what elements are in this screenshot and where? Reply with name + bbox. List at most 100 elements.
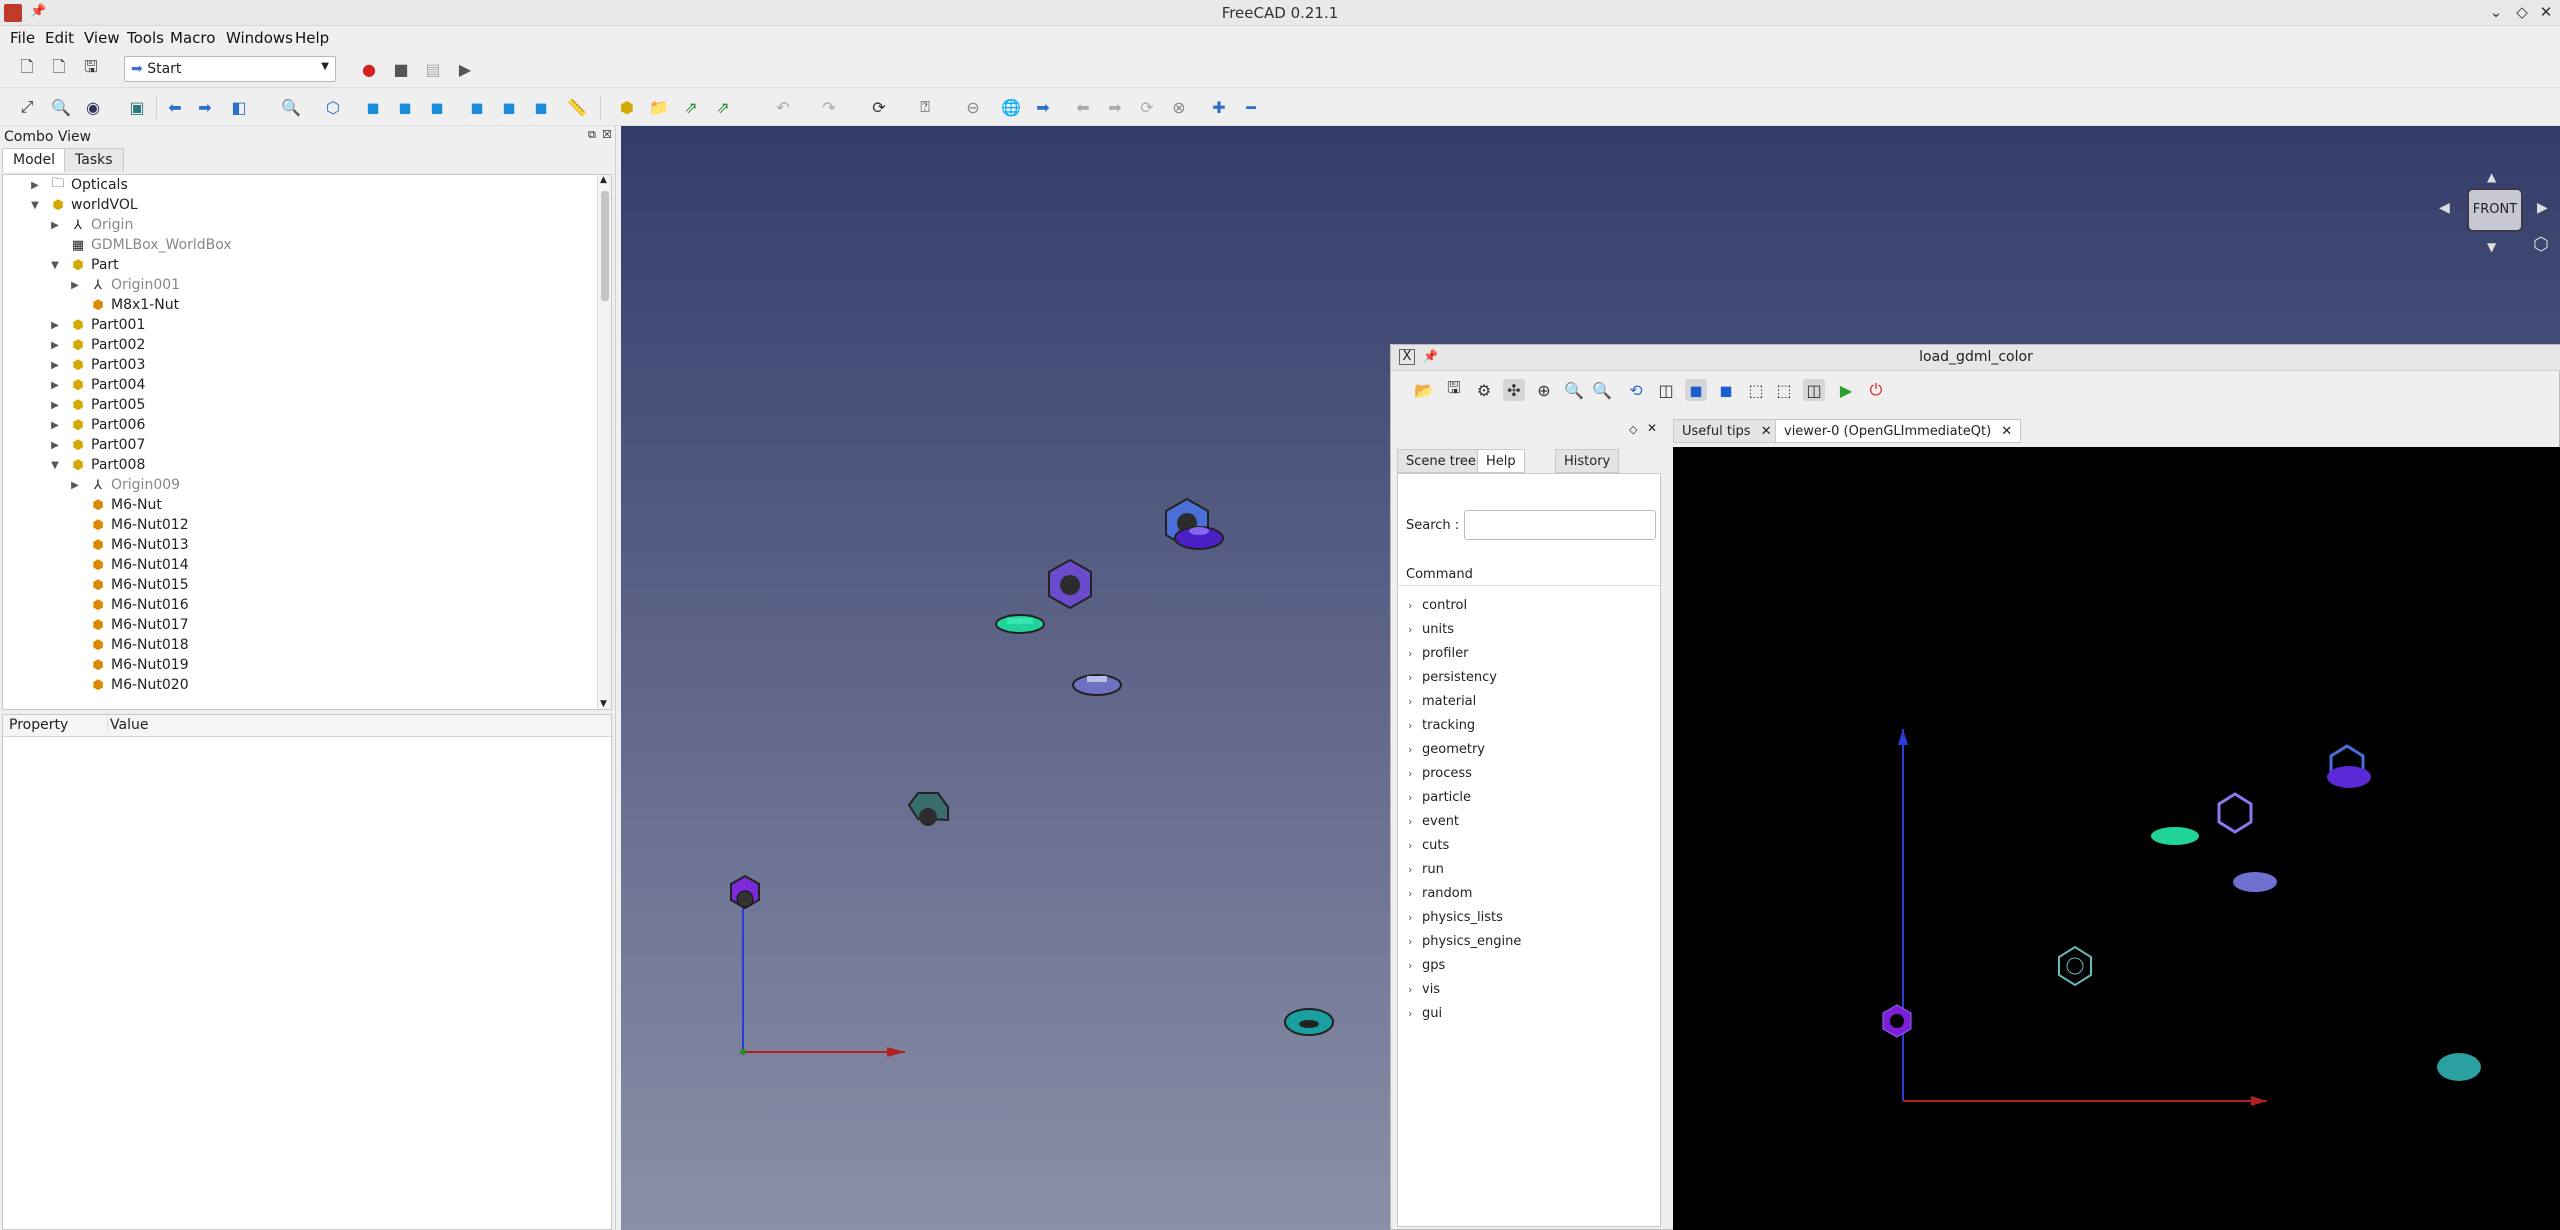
chevron-right-icon[interactable]: ›	[1408, 671, 1422, 684]
stop-macro-icon[interactable]: ■	[390, 58, 412, 80]
tree-item[interactable]: ▶ ⬢ Part007	[49, 435, 145, 455]
tab-useful-tips[interactable]: Useful tips ✕	[1673, 419, 1781, 443]
view-rear-icon[interactable]: ◼	[466, 96, 488, 118]
command-item[interactable]: › physics_lists	[1408, 906, 1503, 928]
web-refresh-icon[interactable]: ⟳	[1136, 96, 1158, 118]
tab-help[interactable]: Help	[1477, 449, 1525, 473]
navcube-front-face[interactable]: FRONT	[2467, 188, 2523, 232]
tree-item[interactable]: ⬢ M6-Nut018	[69, 635, 188, 655]
open-file-icon[interactable]: 🗋	[48, 57, 70, 80]
create-part-icon[interactable]: ⬢	[616, 96, 638, 118]
measure-zoom-icon[interactable]: 🔍	[280, 96, 302, 118]
command-item[interactable]: › random	[1408, 882, 1472, 904]
expand-arrow-right-icon[interactable]: ▶	[49, 400, 61, 411]
std-views-icon[interactable]: ◧	[228, 96, 250, 118]
close-tab-icon[interactable]: ✕	[1761, 424, 1772, 439]
search-input[interactable]	[1464, 510, 1656, 540]
tree-item[interactable]: ⬢ M6-Nut015	[69, 575, 188, 595]
wire-nut-lavender[interactable]	[2233, 872, 2277, 892]
chevron-right-icon[interactable]: ›	[1408, 911, 1422, 924]
tree-item[interactable]: ⬢ M6-Nut012	[69, 515, 188, 535]
close-button[interactable]: ✕	[2536, 3, 2556, 23]
zoom-in-icon[interactable]: 🔍	[1563, 379, 1585, 401]
macros-icon[interactable]: ▤	[422, 58, 444, 80]
solid-alt-icon[interactable]: ◼	[1715, 379, 1737, 401]
solid-icon[interactable]: ◼	[1685, 379, 1707, 401]
menu-file[interactable]: File	[10, 29, 35, 47]
chevron-right-icon[interactable]: ›	[1408, 719, 1422, 732]
expand-arrow-right-icon[interactable]: ▶	[49, 360, 61, 371]
chevron-right-icon[interactable]: ›	[1408, 1007, 1422, 1020]
navcube-arrow-up-icon[interactable]: ▲	[2487, 170, 2496, 184]
tree-item[interactable]: ⬢ M6-Nut019	[69, 655, 188, 675]
float-panel-icon[interactable]: ⧉	[588, 128, 596, 142]
ortho-icon[interactable]: ⬚	[1773, 379, 1795, 401]
menu-windows[interactable]: Windows	[226, 29, 293, 47]
link-actions-icon[interactable]: ⇗	[712, 96, 734, 118]
navcube-arrow-left-icon[interactable]: ◀	[2439, 200, 2450, 216]
tree-item[interactable]: ⬢ M6-Nut014	[69, 555, 188, 575]
chevron-right-icon[interactable]: ›	[1408, 887, 1422, 900]
minimize-button[interactable]: ⌄	[2486, 3, 2506, 23]
tree-item[interactable]: ▶ ⬢ Part006	[49, 415, 145, 435]
tab-viewer-0[interactable]: viewer-0 (OpenGLImmediateQt) ✕	[1775, 419, 2022, 443]
view-bottom-icon[interactable]: ◼	[498, 96, 520, 118]
tab-model[interactable]: Model	[2, 148, 67, 172]
fit-selection-icon[interactable]: 🔍	[50, 96, 72, 118]
expand-arrow-right-icon[interactable]: ▶	[49, 380, 61, 391]
web-back-icon[interactable]: ⬅	[1072, 96, 1094, 118]
chevron-right-icon[interactable]: ›	[1408, 647, 1422, 660]
expand-arrow-down-icon[interactable]: ▼	[49, 260, 61, 271]
tree-item[interactable]: ▶ 🗀 Opticals	[29, 175, 128, 195]
value-column-header[interactable]: Value	[107, 717, 148, 733]
tree-item[interactable]: ▶ ⅄ Origin001	[69, 275, 180, 295]
surface-icon[interactable]: ◫	[1803, 379, 1825, 401]
chevron-right-icon[interactable]: ›	[1408, 743, 1422, 756]
close-tab-icon[interactable]: ✕	[2001, 424, 2012, 439]
zoom-out-icon[interactable]: 🔍	[1591, 379, 1613, 401]
scrollbar-thumb[interactable]	[601, 191, 609, 301]
fit-all-icon[interactable]: ⤢	[16, 96, 38, 118]
expand-arrow-right-icon[interactable]: ▶	[69, 480, 81, 491]
command-item[interactable]: › profiler	[1408, 642, 1468, 664]
wire-nut-indigo[interactable]	[2327, 766, 2371, 788]
geant4-opengl-viewer[interactable]	[1673, 447, 2560, 1230]
tree-scrollbar[interactable]: ▲ ▼	[597, 175, 611, 709]
zoom-out-icon[interactable]: ━	[1240, 96, 1262, 118]
command-item[interactable]: › cuts	[1408, 834, 1449, 856]
tab-history[interactable]: History	[1555, 449, 1620, 473]
tree-item[interactable]: ▶ ⬢ Part005	[49, 395, 145, 415]
wire-nut-purple[interactable]	[1882, 1004, 1912, 1038]
save-icon[interactable]: 🖫	[1443, 378, 1465, 401]
whats-this-icon[interactable]: ⍰	[914, 96, 936, 118]
view-right-icon[interactable]: ◼	[426, 96, 448, 118]
save-file-icon[interactable]: 🖫	[80, 57, 102, 80]
tree-item[interactable]: ▶ ⅄ Origin	[49, 215, 133, 235]
chevron-right-icon[interactable]: ›	[1408, 599, 1422, 612]
nut-violet[interactable]	[1048, 558, 1092, 610]
expand-arrow-right-icon[interactable]: ▶	[49, 420, 61, 431]
command-item[interactable]: › physics_engine	[1408, 930, 1521, 952]
wire-nut-cyan[interactable]	[2437, 1053, 2481, 1081]
nut-lavender[interactable]	[1072, 674, 1122, 696]
navcube-menu-icon[interactable]: ⬡	[2533, 234, 2549, 255]
web-next-icon[interactable]: ➡	[1104, 96, 1126, 118]
expand-arrow-down-icon[interactable]: ▼	[49, 460, 61, 471]
tree-item[interactable]: ⬢ M6-Nut020	[69, 675, 188, 695]
chevron-right-icon[interactable]: ›	[1408, 695, 1422, 708]
command-item[interactable]: › tracking	[1408, 714, 1475, 736]
web-open-icon[interactable]: ➡	[1032, 96, 1054, 118]
command-item[interactable]: › process	[1408, 762, 1472, 784]
tree-item[interactable]: ⬢ M6-Nut013	[69, 535, 188, 555]
web-navigation-icon[interactable]: ⊖	[962, 96, 984, 118]
view-top-icon[interactable]: ◼	[394, 96, 416, 118]
tree-item[interactable]: ▼ ⬢ Part008	[49, 455, 145, 475]
expand-arrow-right-icon[interactable]: ▶	[49, 440, 61, 451]
workbench-selector[interactable]: ➡ Start ▼	[124, 56, 336, 82]
command-item[interactable]: › persistency	[1408, 666, 1497, 688]
nut-teal[interactable]	[907, 792, 949, 826]
open-folder-icon[interactable]: 📂	[1413, 379, 1435, 401]
refresh-icon[interactable]: ⟳	[868, 96, 890, 118]
command-item[interactable]: › event	[1408, 810, 1459, 832]
perspective-icon[interactable]: ⬚	[1745, 379, 1767, 401]
